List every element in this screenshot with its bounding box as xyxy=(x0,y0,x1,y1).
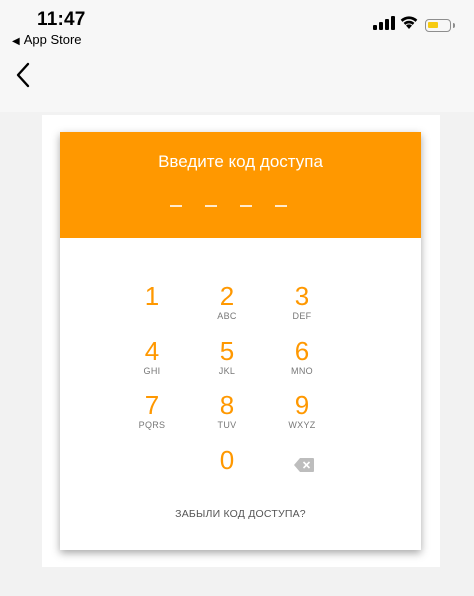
back-to-app-link[interactable]: ◀ App Store xyxy=(12,32,82,47)
pin-dash xyxy=(240,205,252,207)
key-0[interactable]: 0 xyxy=(197,446,257,492)
key-8[interactable]: 8 TUV xyxy=(197,391,257,437)
backspace-icon[interactable] xyxy=(294,458,314,472)
pin-dash xyxy=(170,205,182,207)
back-triangle-icon: ◀ xyxy=(12,36,20,47)
key-letters: DEF xyxy=(292,311,312,321)
key-letters: TUV xyxy=(217,420,237,430)
key-letters: JKL xyxy=(218,366,236,376)
passcode-card: Введите код доступа 1 2 ABC 3 DEF 4 GHI 5 JKL 6 MN… xyxy=(60,132,421,550)
key-digit: 1 xyxy=(144,281,160,311)
key-digit: 4 xyxy=(144,336,160,366)
key-4[interactable]: 4 GHI xyxy=(122,337,182,383)
back-app-label: App Store xyxy=(23,32,82,47)
nav-bar xyxy=(0,52,474,112)
pin-dash xyxy=(275,205,287,207)
key-digit: 9 xyxy=(294,390,310,420)
key-6[interactable]: 6 MNO xyxy=(272,337,332,383)
key-letters: ABC xyxy=(217,311,237,321)
pin-dash xyxy=(205,205,217,207)
key-digit: 6 xyxy=(294,336,310,366)
key-digit: 2 xyxy=(219,281,235,311)
battery-icon xyxy=(425,19,455,32)
cellular-signal-icon xyxy=(373,16,395,30)
key-digit: 0 xyxy=(219,445,235,475)
forgot-passcode-link[interactable]: ЗАБЫЛИ КОД ДОСТУПА? xyxy=(60,508,421,520)
key-5[interactable]: 5 JKL xyxy=(197,337,257,383)
key-7[interactable]: 7 PQRS xyxy=(122,391,182,437)
pin-indicator xyxy=(170,205,290,207)
key-letters: GHI xyxy=(143,366,161,376)
chevron-left-icon[interactable] xyxy=(12,60,36,90)
wifi-icon xyxy=(400,16,418,29)
key-letters: PQRS xyxy=(138,420,166,430)
key-9[interactable]: 9 WXYZ xyxy=(272,391,332,437)
key-2[interactable]: 2 ABC xyxy=(197,282,257,328)
key-1[interactable]: 1 xyxy=(122,282,182,328)
key-digit: 7 xyxy=(144,390,160,420)
key-digit: 8 xyxy=(219,390,235,420)
key-digit: 3 xyxy=(294,281,310,311)
status-bar: 11:47 ◀ App Store xyxy=(0,0,474,52)
status-time: 11:47 xyxy=(37,9,86,30)
passcode-title: Введите код доступа xyxy=(158,152,323,171)
key-digit: 5 xyxy=(219,336,235,366)
key-3[interactable]: 3 DEF xyxy=(272,282,332,328)
key-letters: WXYZ xyxy=(288,420,316,430)
passcode-header: Введите код доступа xyxy=(60,132,421,238)
key-letters: MNO xyxy=(291,366,313,376)
